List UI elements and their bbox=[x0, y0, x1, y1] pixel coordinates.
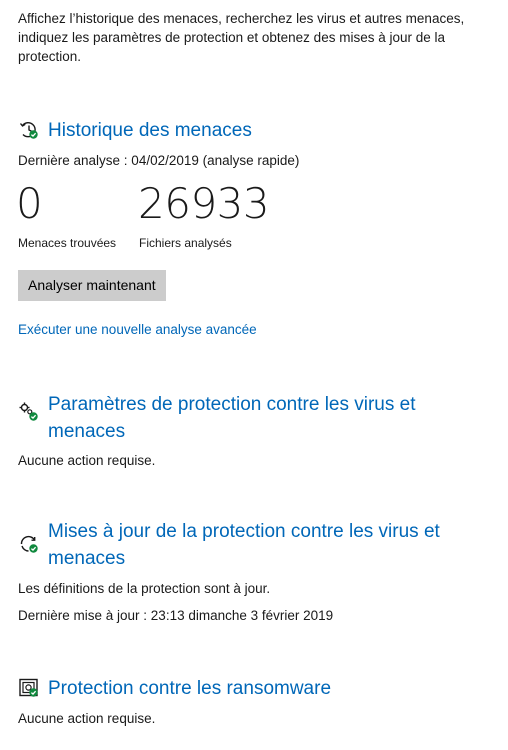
refresh-check-icon bbox=[20, 535, 38, 553]
history-title-link[interactable]: Historique des menaces bbox=[48, 117, 252, 144]
settings-section-header: Paramètres de protection contre les viru… bbox=[18, 391, 448, 445]
ransomware-section-header: Protection contre les ransomware bbox=[18, 675, 331, 702]
advanced-scan-link[interactable]: Exécuter une nouvelle analyse avancée bbox=[18, 322, 257, 337]
gears-check-icon bbox=[19, 402, 38, 421]
ransomware-shield-icon bbox=[19, 678, 38, 697]
files-scanned-label: Fichiers analysés bbox=[139, 236, 232, 250]
history-shield-icon bbox=[19, 122, 38, 139]
threats-found-label: Menaces trouvées bbox=[18, 236, 117, 250]
updates-status-text: Les définitions de la protection sont à … bbox=[18, 581, 271, 596]
threats-found-count: 0 bbox=[16, 179, 43, 228]
intro-text: Affichez l’historique des menaces, reche… bbox=[18, 11, 465, 64]
updates-section-header: Mises à jour de la protection contre les… bbox=[18, 518, 468, 572]
settings-title-link[interactable]: Paramètres de protection contre les viru… bbox=[48, 391, 448, 445]
last-update-text: Dernière mise à jour : 23:13 dimanche 3 … bbox=[18, 608, 334, 623]
ransomware-status-text: Aucune action requise. bbox=[18, 711, 156, 726]
scan-now-button[interactable]: Analyser maintenant bbox=[18, 270, 166, 301]
updates-title-link[interactable]: Mises à jour de la protection contre les… bbox=[48, 518, 468, 572]
ransomware-title-link[interactable]: Protection contre les ransomware bbox=[48, 675, 331, 702]
last-scan-text: Dernière analyse : 04/02/2019 (analyse r… bbox=[18, 153, 300, 168]
settings-status-text: Aucune action requise. bbox=[18, 453, 156, 468]
files-scanned-count: 26933 bbox=[138, 179, 270, 228]
history-section-header: Historique des menaces bbox=[18, 117, 252, 144]
